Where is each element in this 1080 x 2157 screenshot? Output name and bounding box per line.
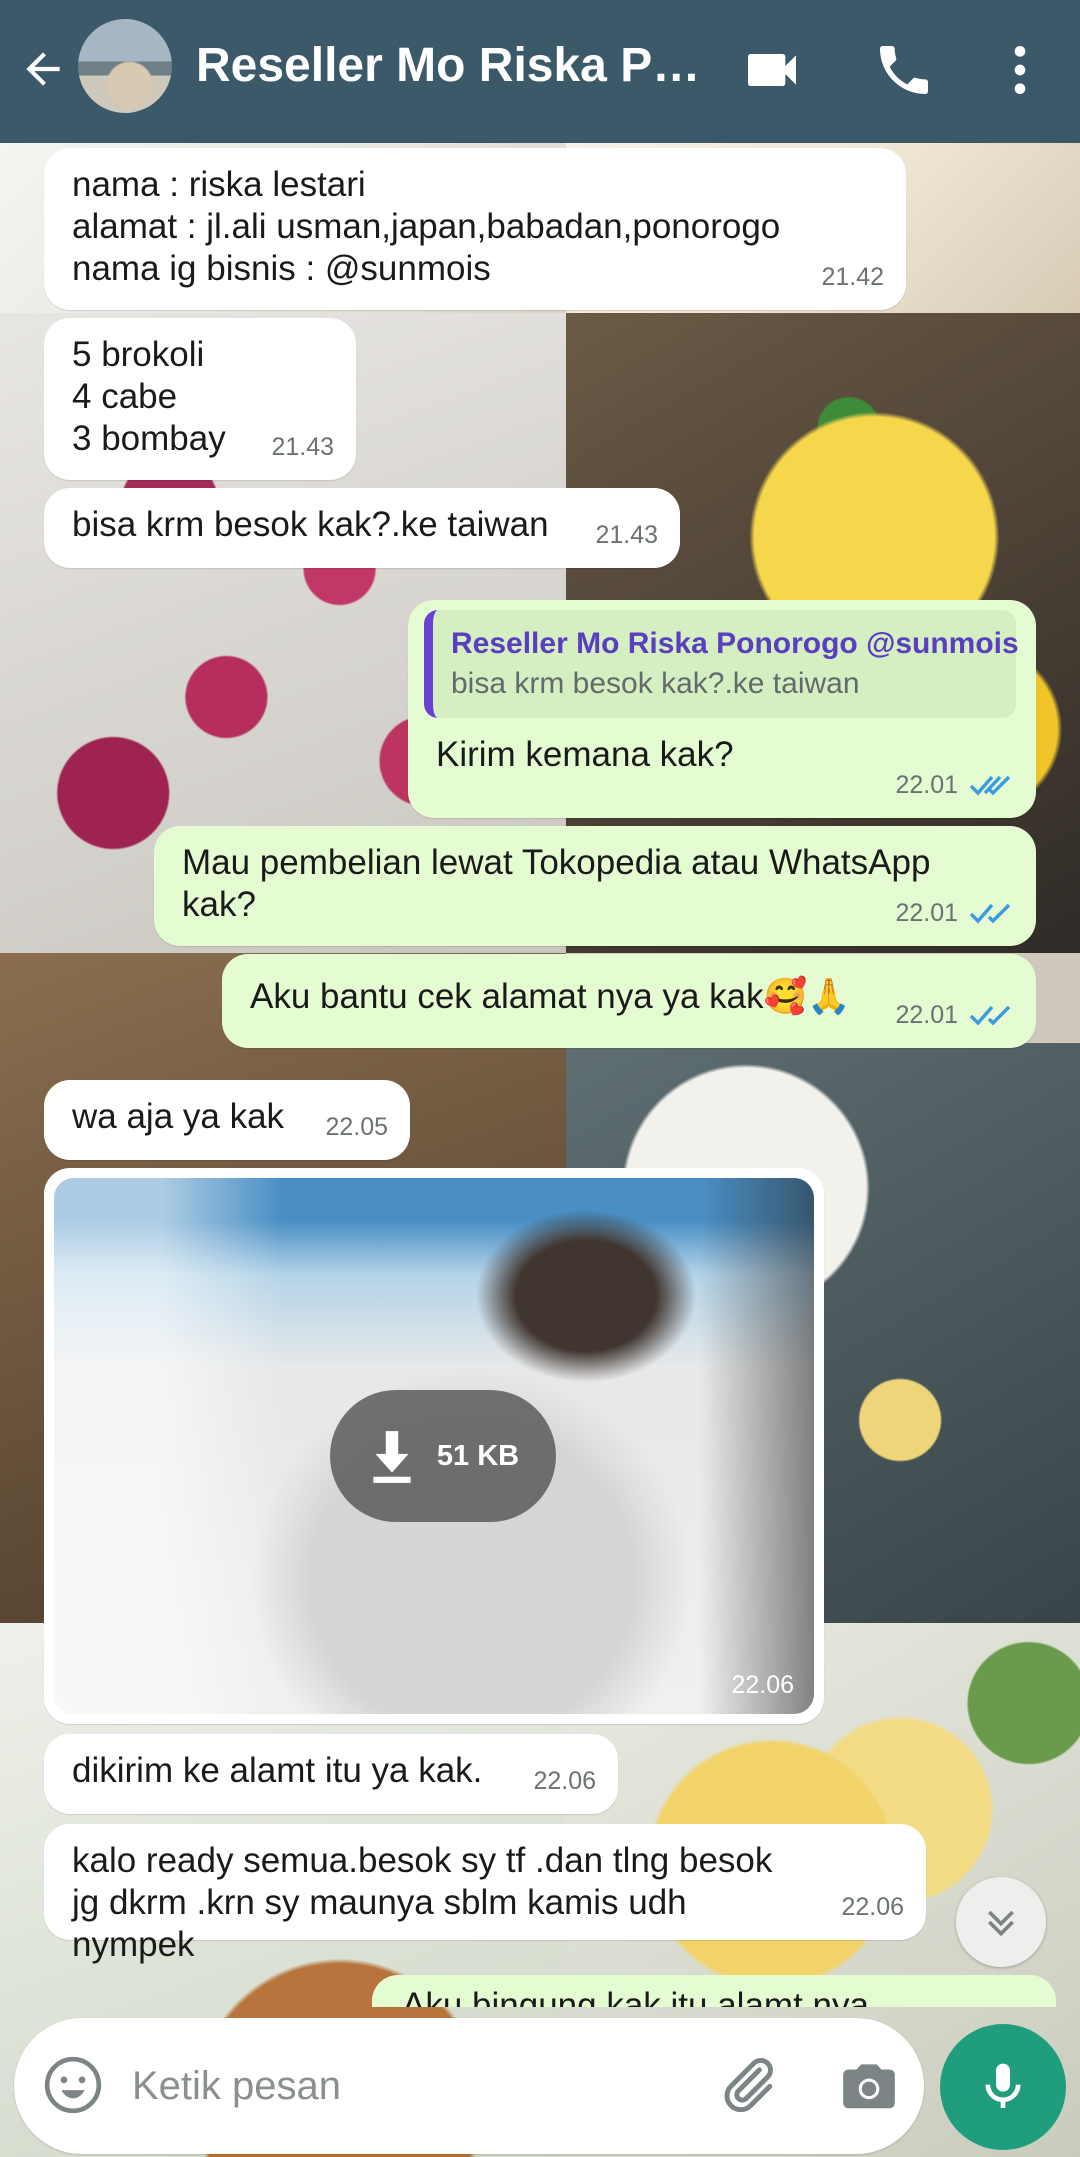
mic-icon	[985, 2063, 1021, 2108]
message-text: Aku bingung kak itu alamt nya	[402, 1986, 869, 2007]
message-time: 22.06	[533, 1767, 596, 1795]
file-size: 51 KB	[436, 1439, 520, 1472]
outgoing-message-partial[interactable]: Aku bingung kak itu alamt nya	[372, 1975, 1056, 2007]
quoted-message[interactable]: Reseller Mo Riska Ponorogo @sunmois bisa…	[424, 610, 1019, 718]
message-input[interactable]: Ketik pesan	[132, 2064, 341, 2109]
video-call-icon[interactable]	[740, 38, 804, 102]
message-text: Mau pembelian lewat Tokopedia atau Whats…	[182, 843, 931, 924]
message-text: bisa krm besok kak?.ke taiwan	[72, 505, 549, 544]
message-meta: 22.01	[895, 892, 1014, 934]
message-time: 22.01	[895, 771, 958, 799]
message-text: kalo ready semua.besok sy tf .dan tlng b…	[72, 1841, 773, 1964]
message-input-bar[interactable]: Ketik pesan	[14, 2018, 924, 2154]
double-check-icon	[969, 775, 1011, 796]
chat-title[interactable]: Reseller Mo Riska Ponorogo @sunmois	[196, 38, 716, 93]
quoted-text: bisa krm besok kak?.ke taiwan	[451, 667, 860, 700]
voice-record-button[interactable]	[940, 2024, 1066, 2150]
message-time: 21.43	[271, 433, 334, 461]
attach-icon[interactable]	[714, 2052, 780, 2118]
incoming-message[interactable]: bisa krm besok kak?.ke taiwan 21.43	[44, 488, 680, 568]
scroll-down-icon	[988, 1910, 1014, 1937]
quoted-sender: Reseller Mo Riska Ponorogo @sunmois	[451, 627, 1019, 660]
incoming-message[interactable]: dikirim ke alamt itu ya kak. 22.06	[44, 1734, 618, 1814]
scroll-to-bottom-button[interactable]	[956, 1877, 1046, 1967]
message-time: 22.01	[895, 899, 958, 927]
message-text: Aku bantu cek alamat nya ya kak🥰🙏	[250, 977, 851, 1016]
more-options-icon[interactable]	[988, 38, 1052, 102]
outgoing-reply-message[interactable]: Reseller Mo Riska Ponorogo @sunmois bisa…	[408, 600, 1036, 818]
camera-icon[interactable]	[838, 2054, 900, 2116]
message-text: dikirim ke alamt itu ya kak.	[72, 1751, 483, 1790]
incoming-message[interactable]: nama : riska lestari alamat : jl.ali usm…	[44, 148, 906, 310]
double-check-icon	[969, 903, 1011, 924]
message-time: 22.06	[731, 1671, 794, 1699]
incoming-message[interactable]: wa aja ya kak 22.05	[44, 1080, 410, 1160]
download-icon	[373, 1431, 411, 1483]
message-text: nama : riska lestari alamat : jl.ali usm…	[72, 165, 781, 288]
message-meta: 22.01	[895, 764, 1014, 806]
message-time: 21.42	[821, 263, 884, 291]
blurred-image-preview[interactable]: 51 KB 22.06	[54, 1178, 814, 1714]
message-time: 22.01	[895, 1001, 958, 1029]
chat-header: Reseller Mo Riska Ponorogo @sunmois	[0, 0, 1080, 143]
avatar[interactable]	[78, 19, 172, 113]
outgoing-message[interactable]: Aku bantu cek alamat nya ya kak🥰🙏 22.01	[222, 954, 1036, 1048]
message-time: 21.43	[595, 521, 658, 549]
outgoing-message[interactable]: Mau pembelian lewat Tokopedia atau Whats…	[154, 826, 1036, 946]
message-composer: Ketik pesan	[0, 2008, 1080, 2157]
voice-call-icon[interactable]	[872, 38, 936, 102]
incoming-image-message[interactable]: 51 KB 22.06	[44, 1168, 824, 1724]
back-arrow-icon[interactable]	[18, 44, 68, 94]
incoming-message[interactable]: kalo ready semua.besok sy tf .dan tlng b…	[44, 1824, 926, 1964]
download-button[interactable]: 51 KB	[330, 1390, 556, 1522]
message-time: 22.05	[325, 1113, 388, 1141]
message-meta: 22.01	[895, 994, 1014, 1036]
incoming-message[interactable]: 5 brokoli 4 cabe 3 bombay 21.43	[44, 318, 356, 480]
double-check-icon	[969, 1005, 1011, 1026]
emoji-icon[interactable]	[42, 2054, 104, 2116]
message-time: 22.06	[841, 1893, 904, 1921]
